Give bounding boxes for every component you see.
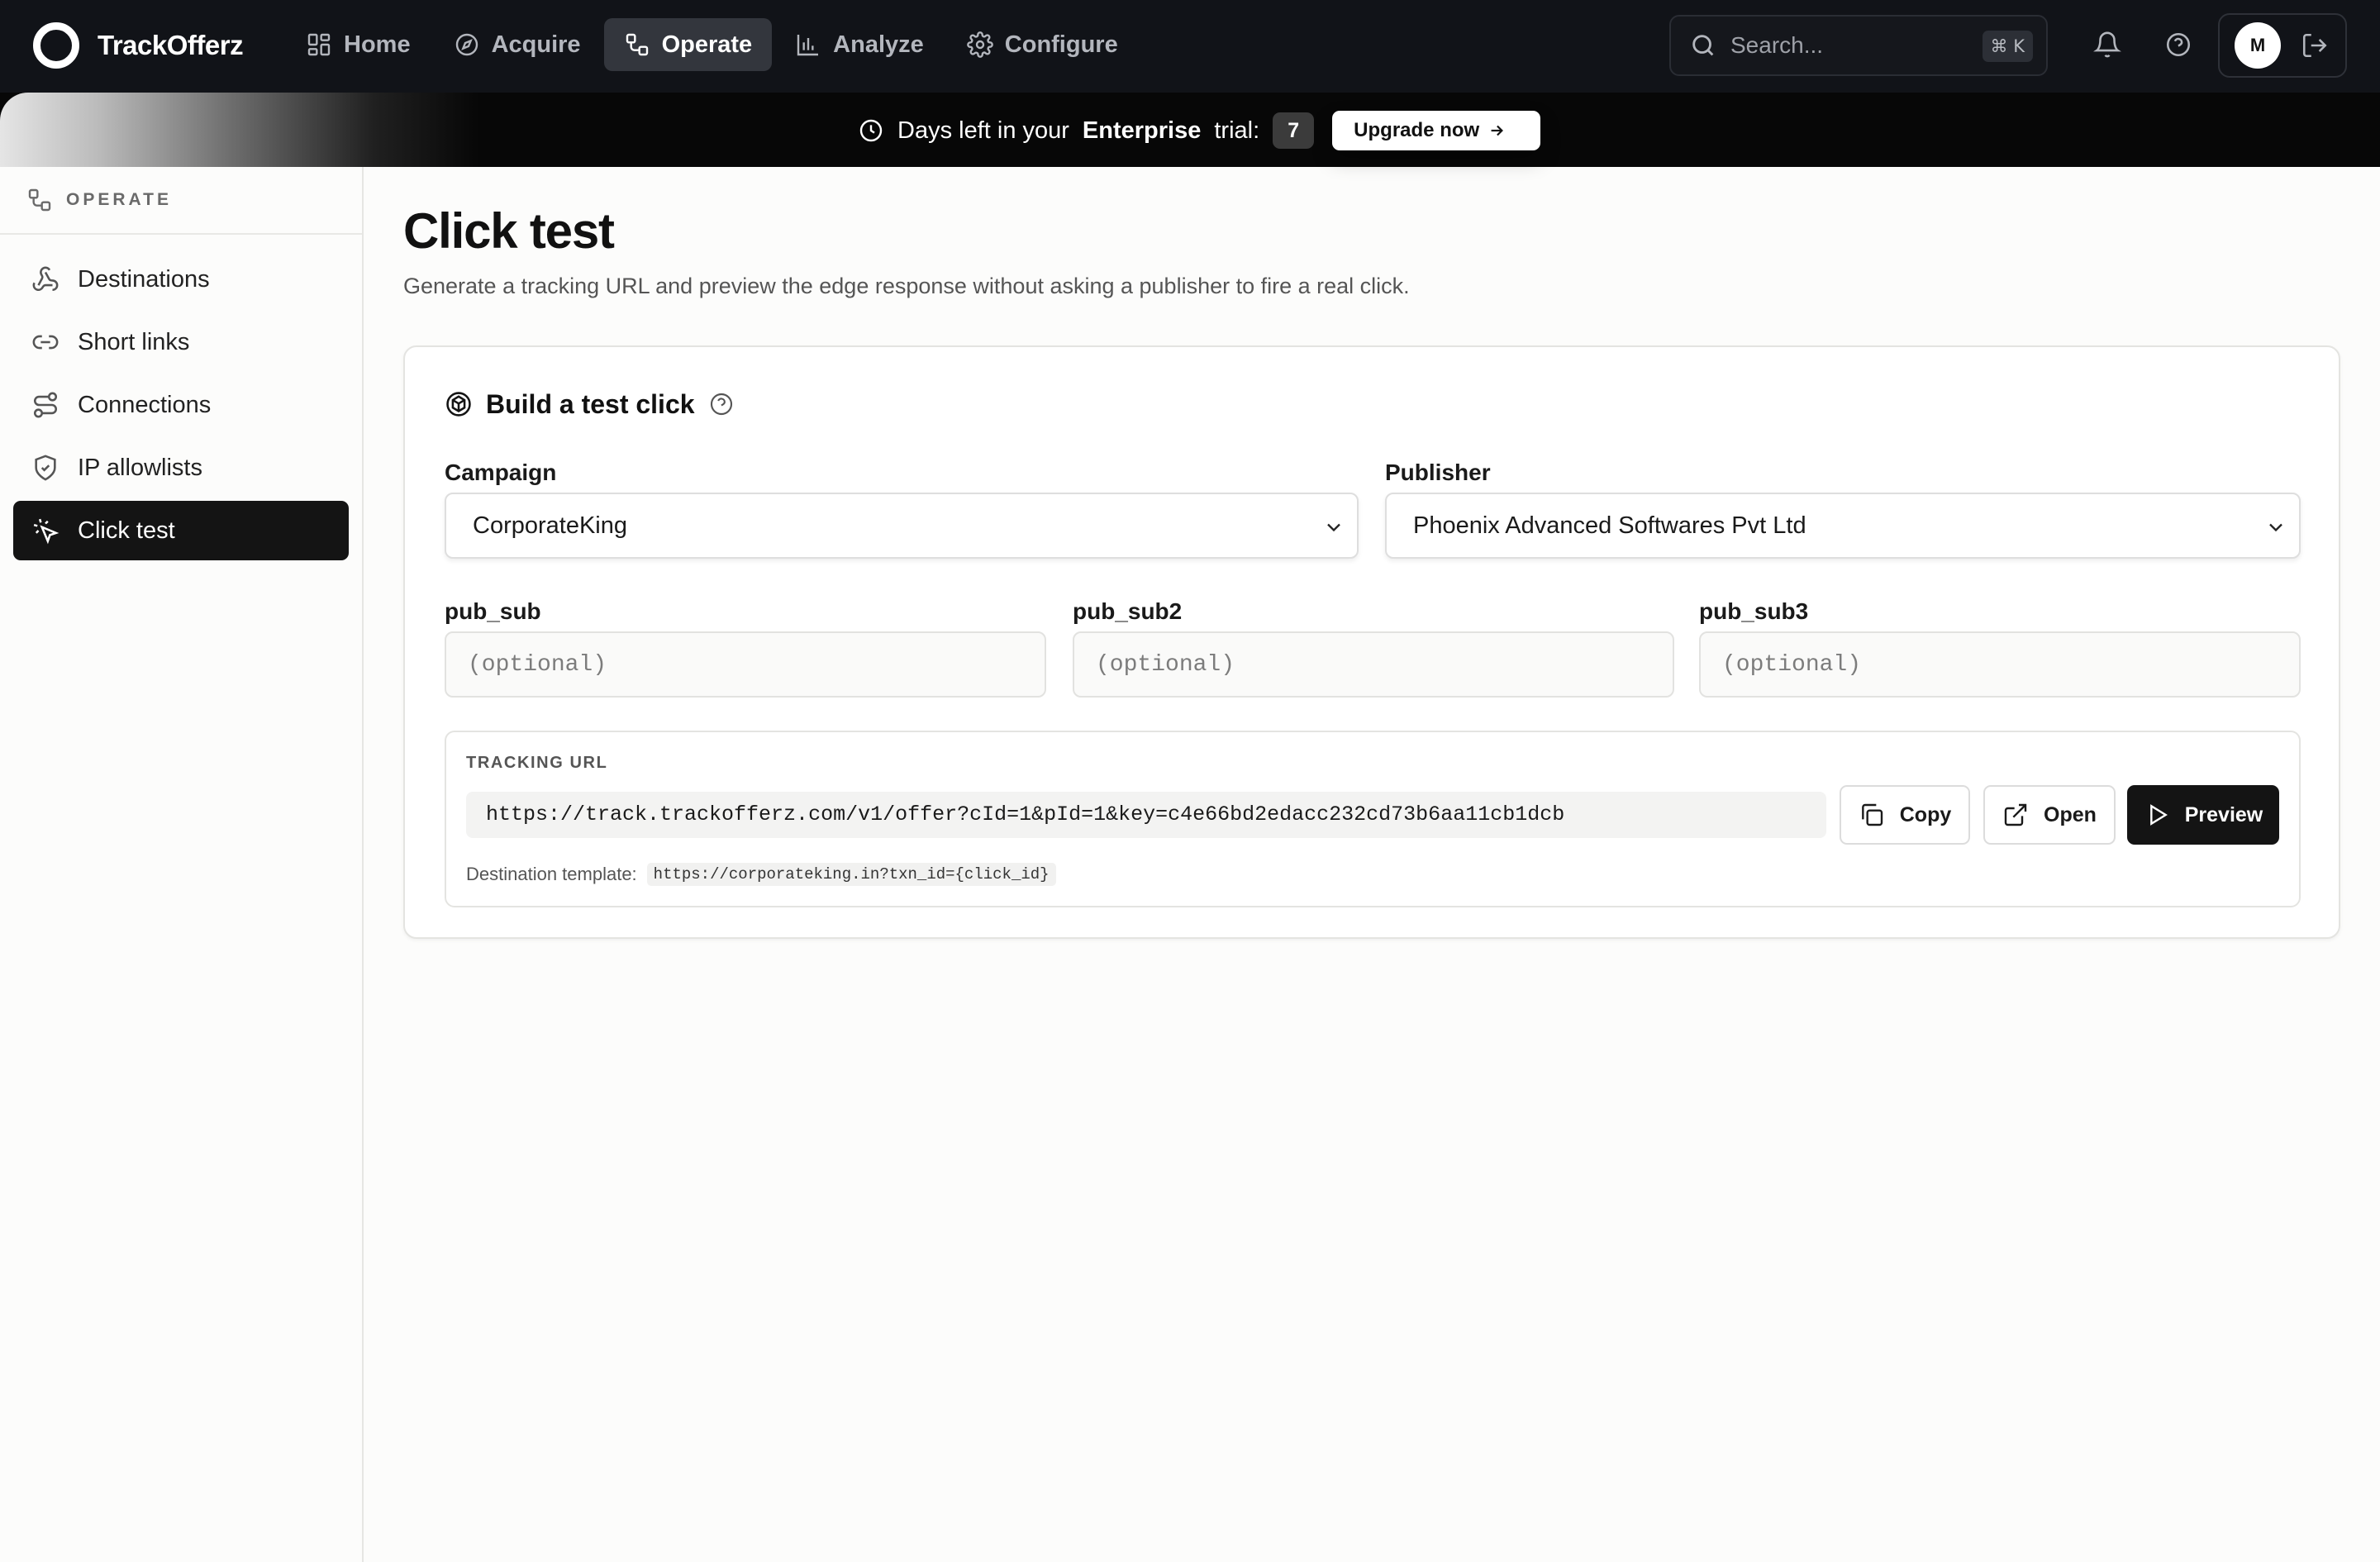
destination-template-label: Destination template: xyxy=(466,864,637,884)
tracking-url-field[interactable]: https://track.trackofferz.com/v1/offer?c… xyxy=(466,792,1826,838)
top-navigation-bar: TrackOfferz Home Acquire Operate Analyze… xyxy=(0,0,2380,93)
gear-icon xyxy=(966,31,993,58)
pub-sub-label: pub_sub xyxy=(445,598,541,624)
pub-sub2-label: pub_sub2 xyxy=(1073,598,1183,624)
pub-sub3-label: pub_sub3 xyxy=(1699,598,1809,624)
sidebar-item-label: Short links xyxy=(78,328,190,355)
trial-days-badge: 7 xyxy=(1273,112,1315,149)
brand[interactable]: TrackOfferz xyxy=(33,20,244,71)
avatar[interactable]: M xyxy=(2235,22,2281,69)
compass-icon xyxy=(455,33,478,56)
upgrade-now-button[interactable]: Upgrade now xyxy=(1332,111,1541,150)
shield-check-icon xyxy=(35,455,56,481)
copy-icon xyxy=(1861,803,1883,826)
bar-chart-icon xyxy=(797,35,819,56)
clock-icon xyxy=(859,119,883,142)
banner-gradient xyxy=(0,93,479,167)
sidebar: OPERATE Destinations Short links Connect… xyxy=(0,167,364,1562)
page-title: Click test xyxy=(403,203,615,259)
publisher-select[interactable]: Phoenix Advanced Softwares Pvt Ltd xyxy=(1385,493,2301,559)
external-link-icon xyxy=(2004,803,2027,826)
nav-item-acquire[interactable]: Acquire xyxy=(434,18,601,71)
chevron-down-icon xyxy=(1327,523,1340,532)
arrow-right-icon xyxy=(1491,125,1504,136)
nav-item-label: Analyze xyxy=(833,31,924,58)
destination-template: Destination template: https://corporatek… xyxy=(466,863,1056,886)
nav-item-label: Configure xyxy=(1004,31,1118,58)
package-icon xyxy=(446,392,471,417)
page-subtitle: Generate a tracking URL and preview the … xyxy=(403,274,1410,298)
chevron-down-icon xyxy=(2269,523,2282,532)
sidebar-item-ip-allowlists[interactable]: IP allowlists xyxy=(13,438,349,498)
publisher-selected-value: Phoenix Advanced Softwares Pvt Ltd xyxy=(1413,512,1806,539)
copy-button[interactable]: Copy xyxy=(1840,785,1970,845)
tracking-url-panel: TRACKING URL https://track.trackofferz.c… xyxy=(445,731,2301,907)
mouse-click-icon xyxy=(33,518,60,545)
bell-icon xyxy=(2093,31,2121,58)
pub-sub3-input[interactable] xyxy=(1699,631,2301,698)
webhook-icon xyxy=(32,266,59,292)
nav-item-configure[interactable]: Configure xyxy=(947,18,1138,71)
destination-template-value: https://corporateking.in?txn_id={click_i… xyxy=(646,863,1056,886)
nav-item-label: Operate xyxy=(661,31,753,58)
user-menu: M xyxy=(2218,13,2347,78)
card-header: Build a test click xyxy=(445,383,735,425)
trial-plan-name: Enterprise xyxy=(1082,117,1202,144)
brand-name: TrackOfferz xyxy=(98,30,244,60)
copy-label: Copy xyxy=(1899,802,1952,826)
build-test-click-card: Build a test click Campaign CorporateKin… xyxy=(403,345,2340,939)
campaign-select[interactable]: CorporateKing xyxy=(445,493,1359,559)
help-button[interactable] xyxy=(2159,25,2198,64)
card-title: Build a test click xyxy=(486,388,695,419)
dashboard-grid-icon xyxy=(307,33,331,56)
search-icon xyxy=(1692,35,1714,56)
sidebar-item-label: Click test xyxy=(78,517,175,544)
trial-prefix: Days left in your xyxy=(897,117,1069,144)
main-nav: Home Acquire Operate Analyze Configure xyxy=(286,18,1141,71)
campaign-selected-value: CorporateKing xyxy=(473,512,627,539)
logout-icon[interactable] xyxy=(2301,31,2329,60)
open-button[interactable]: Open xyxy=(1983,785,2116,845)
sidebar-item-connections[interactable]: Connections xyxy=(13,375,349,435)
pub-sub-input[interactable] xyxy=(445,631,1046,698)
trial-banner: Days left in your Enterprise trial: 7 Up… xyxy=(0,93,2380,167)
nav-item-operate[interactable]: Operate xyxy=(603,18,773,71)
sidebar-item-short-links[interactable]: Short links xyxy=(13,312,349,372)
publisher-label: Publisher xyxy=(1385,460,1491,485)
sidebar-section-header: OPERATE xyxy=(0,167,362,235)
preview-button[interactable]: Preview xyxy=(2127,785,2279,845)
search-input[interactable] xyxy=(1730,32,1978,59)
main-content: Click test Generate a tracking URL and p… xyxy=(403,202,2340,939)
nav-item-analyze[interactable]: Analyze xyxy=(775,18,944,71)
brand-logo-icon xyxy=(33,22,79,69)
trial-suffix: trial: xyxy=(1214,117,1260,144)
upgrade-label: Upgrade now xyxy=(1354,119,1480,141)
sidebar-item-destinations[interactable]: Destinations xyxy=(13,250,349,309)
campaign-label: Campaign xyxy=(445,460,557,485)
nav-item-home[interactable]: Home xyxy=(286,18,431,71)
sidebar-nav: Destinations Short links Connections IP … xyxy=(0,235,362,560)
workflow-icon xyxy=(28,188,51,212)
search-shortcut-badge: ⌘ K xyxy=(1982,31,2033,62)
help-circle-icon xyxy=(2166,32,2191,57)
route-icon xyxy=(33,392,58,418)
sidebar-item-label: IP allowlists xyxy=(78,454,202,481)
workflow-icon xyxy=(626,33,648,56)
sidebar-item-label: Destinations xyxy=(78,265,210,293)
sidebar-item-label: Connections xyxy=(78,391,212,418)
trial-message: Days left in your Enterprise trial: 7 Up… xyxy=(858,111,1541,150)
tracking-url-title: TRACKING URL xyxy=(466,754,608,772)
nav-item-label: Home xyxy=(344,31,411,58)
pub-sub2-input[interactable] xyxy=(1073,631,1674,698)
link-icon xyxy=(32,335,59,350)
sidebar-item-click-test[interactable]: Click test xyxy=(13,501,349,560)
notifications-button[interactable] xyxy=(2087,25,2127,64)
play-icon xyxy=(2149,804,2168,826)
global-search[interactable]: ⌘ K xyxy=(1669,15,2048,76)
nav-item-label: Acquire xyxy=(491,31,581,58)
open-label: Open xyxy=(2044,802,2097,826)
preview-label: Preview xyxy=(2184,802,2263,826)
help-circle-icon[interactable] xyxy=(708,391,735,417)
sidebar-section-label: OPERATE xyxy=(66,190,172,209)
